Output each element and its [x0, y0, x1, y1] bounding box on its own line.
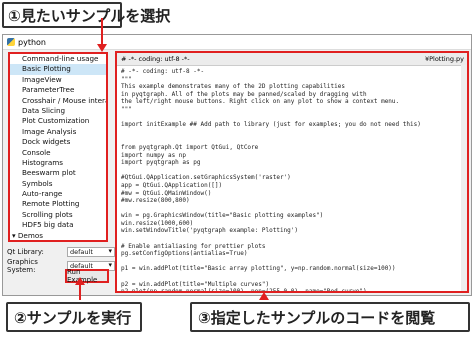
arrow-1-head [97, 44, 107, 52]
arrow-2-head [75, 277, 85, 285]
arrow-3-head [259, 292, 269, 300]
annotation-arrows [75, 18, 269, 300]
